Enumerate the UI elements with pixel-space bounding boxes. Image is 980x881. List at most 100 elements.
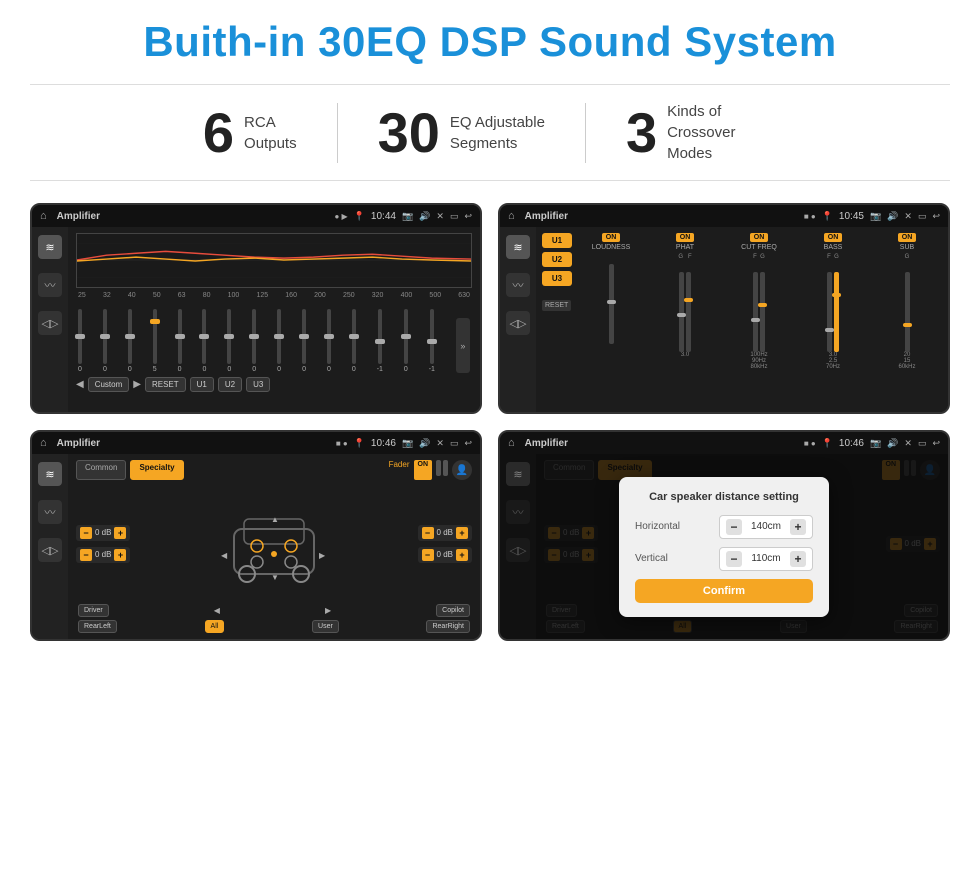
left-top-plus[interactable]: + [114, 527, 126, 539]
eq-slider-12: -1 [377, 309, 383, 373]
sidebar-2: ≋ 〰 ◁▷ [500, 227, 536, 412]
bottom-btns-3: Driver ◀ ▶ Copilot [76, 604, 472, 617]
eq-slider-1: 0 [103, 309, 107, 373]
horizontal-row: Horizontal − 140cm + [635, 515, 813, 539]
sidebar-wave-icon-3[interactable]: 〰 [38, 500, 62, 524]
left-top-minus[interactable]: − [80, 527, 92, 539]
loudness-slider [609, 254, 614, 344]
xover-u3[interactable]: U3 [542, 271, 572, 286]
vertical-row: Vertical − 110cm + [635, 547, 813, 571]
time-1: 10:44 [371, 211, 396, 222]
phat-slider [679, 262, 691, 352]
eq-slider-11: 0 [352, 309, 356, 373]
channel-phat-label: PHAT [676, 244, 694, 251]
sidebar-speaker-icon[interactable]: ◁▷ [38, 311, 62, 335]
xover-u1[interactable]: U1 [542, 233, 572, 248]
rearleft-btn[interactable]: RearLeft [78, 620, 117, 633]
on-badge-bass: ON [824, 233, 843, 242]
right-top-minus[interactable]: − [422, 527, 434, 539]
crossover-main: U1 U2 U3 RESET ON LOUDNESS [536, 227, 948, 412]
nav-right[interactable]: ▶ [325, 606, 331, 615]
app-name-3: Amplifier [53, 438, 330, 449]
horizontal-minus[interactable]: − [726, 519, 742, 535]
driver-btn[interactable]: Driver [78, 604, 109, 617]
profile-btn[interactable]: 👤 [452, 460, 472, 480]
right-top-value: 0 dB [437, 528, 453, 537]
all-btn[interactable]: All [205, 620, 225, 633]
right-bottom-control: − 0 dB + [418, 547, 472, 563]
prev-btn[interactable]: ◀ [76, 379, 84, 390]
rearright-btn[interactable]: RearRight [426, 620, 470, 633]
xover-u2[interactable]: U2 [542, 252, 572, 267]
home-icon-4: ⌂ [508, 437, 515, 449]
sidebar-speaker-icon-2[interactable]: ◁▷ [506, 311, 530, 335]
sidebar-wave-icon-2[interactable]: 〰 [506, 273, 530, 297]
vertical-minus[interactable]: − [726, 551, 742, 567]
volume-icon-2: 🔊 [887, 211, 898, 222]
preset-custom: Custom [88, 377, 130, 392]
eq-slider-14: -1 [429, 309, 435, 373]
fader-label: Fader [389, 460, 410, 480]
app-name-2: Amplifier [521, 211, 798, 222]
sidebar-eq-icon[interactable]: ≋ [38, 235, 62, 259]
screen-content-3: ≋ 〰 ◁▷ Common Specialty Fader ON [32, 454, 480, 639]
reset-btn[interactable]: RESET [145, 377, 186, 392]
right-top-plus[interactable]: + [456, 527, 468, 539]
eq-slider-10: 0 [327, 309, 331, 373]
battery-icon-1: ▭ [450, 211, 459, 222]
right-bottom-minus[interactable]: − [422, 549, 434, 561]
eq-slider-6: 0 [227, 309, 231, 373]
left-top-control: − 0 dB + [76, 525, 130, 541]
sidebar-1: ≋ 〰 ◁▷ [32, 227, 68, 412]
eq-main: 25 32 40 50 63 80 100 125 160 200 250 32… [68, 227, 480, 412]
tab-common[interactable]: Common [76, 460, 126, 480]
xover-channels: ON LOUDNESS ON PHAT G F [576, 233, 942, 406]
u3-btn[interactable]: U3 [246, 377, 270, 392]
right-bottom-plus[interactable]: + [456, 549, 468, 561]
horizontal-plus[interactable]: + [790, 519, 806, 535]
close-icon-4: ✕ [904, 438, 912, 449]
u1-btn[interactable]: U1 [190, 377, 214, 392]
camera-icon-2: 📷 [870, 211, 881, 222]
eq-sliders: 0 0 0 5 [76, 303, 472, 373]
fader-on-btn[interactable]: ON [414, 460, 433, 480]
stat-text-rca: RCAOutputs [244, 112, 297, 154]
fader-main: Common Specialty Fader ON 👤 [68, 454, 480, 639]
user-btn[interactable]: User [312, 620, 339, 633]
screen-fader: ⌂ Amplifier ■ ● 📍 10:46 📷 🔊 ✕ ▭ ↩ ≋ 〰 ◁▷ [30, 430, 482, 641]
sidebar-wave-icon[interactable]: 〰 [38, 273, 62, 297]
left-bottom-minus[interactable]: − [80, 549, 92, 561]
horizontal-control: − 140cm + [719, 515, 813, 539]
svg-text:▼: ▼ [271, 573, 279, 582]
screenshots-grid: ⌂ Amplifier ● ▶ 📍 10:44 📷 🔊 ✕ ▭ ↩ ≋ 〰 ◁▷ [30, 203, 950, 641]
vertical-plus[interactable]: + [790, 551, 806, 567]
time-3: 10:46 [371, 438, 396, 449]
horizontal-label: Horizontal [635, 521, 680, 532]
on-badge-sub: ON [898, 233, 917, 242]
battery-icon-4: ▭ [918, 438, 927, 449]
next-btn[interactable]: ▶ [133, 379, 141, 390]
screen-crossover: ⌂ Amplifier ■ ● 📍 10:45 📷 🔊 ✕ ▭ ↩ ≋ 〰 ◁▷ [498, 203, 950, 414]
home-icon: ⌂ [40, 210, 47, 222]
back-icon-3: ↩ [464, 438, 472, 449]
channel-bass-label: BASS [824, 244, 843, 251]
left-bottom-plus[interactable]: + [114, 549, 126, 561]
sidebar-eq-icon-3[interactable]: ≋ [38, 462, 62, 486]
on-badge-loudness: ON [602, 233, 621, 242]
reset-xover-btn[interactable]: RESET [542, 294, 572, 312]
left-top-value: 0 dB [95, 528, 111, 537]
stat-rca: 6 RCAOutputs [163, 99, 337, 167]
sidebar-speaker-icon-3[interactable]: ◁▷ [38, 538, 62, 562]
eq-slider-0: 0 [78, 309, 82, 373]
eq-slider-5: 0 [202, 309, 206, 373]
copilot-btn[interactable]: Copilot [436, 604, 470, 617]
confirm-button[interactable]: Confirm [635, 579, 813, 603]
more-icon[interactable]: » [456, 318, 470, 373]
close-icon-1: ✕ [436, 211, 444, 222]
right-bottom-value: 0 dB [437, 550, 453, 559]
sidebar-eq-icon-2[interactable]: ≋ [506, 235, 530, 259]
app-name-1: Amplifier [53, 211, 329, 222]
tab-specialty[interactable]: Specialty [130, 460, 183, 480]
u2-btn[interactable]: U2 [218, 377, 242, 392]
nav-left[interactable]: ◀ [214, 606, 220, 615]
